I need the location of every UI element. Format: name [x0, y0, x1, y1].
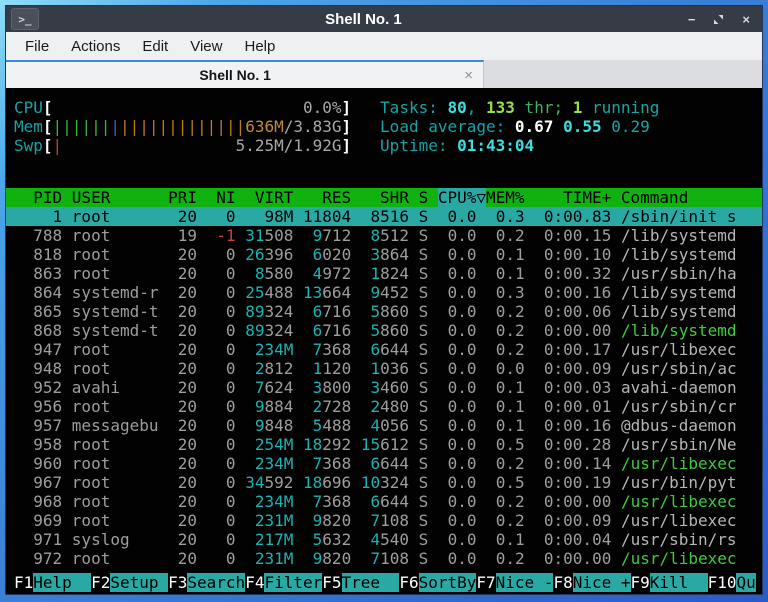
maximize-icon	[714, 14, 724, 24]
fkey-f6[interactable]: F6	[399, 573, 418, 592]
process-row-pid-818[interactable]: 818 root 20 0 26396 6020 3864 S 0.0 0.1 …	[6, 245, 762, 264]
fkey-f1[interactable]: F1	[14, 573, 33, 592]
terminal-screen[interactable]: CPU[ 0.0%] Mem[||||||||||||||||||||636M/…	[6, 88, 762, 594]
fkey-f7[interactable]: F7	[476, 573, 495, 592]
process-row-pid-958[interactable]: 958 root 20 0 254M 18292 15612 S 0.0 0.5…	[6, 435, 762, 454]
fkey-f5[interactable]: F5	[322, 573, 341, 592]
load-average-line: Load average: 0.67 0.55 0.29	[380, 117, 650, 136]
tab-shell-no-1[interactable]: Shell No. 1 ×	[6, 60, 484, 88]
process-row-pid-960[interactable]: 960 root 20 0 234M 7368 6644 S 0.0 0.2 0…	[6, 454, 762, 473]
tab-bar: Shell No. 1 ×	[6, 60, 762, 88]
fkey-f8[interactable]: F8	[553, 573, 572, 592]
fkey-label-f8-nice-[interactable]: Nice +	[572, 573, 631, 592]
process-table: 1 root 20 0 98M 11804 8516 S 0.0 0.3 0:0…	[6, 207, 762, 568]
menu-bar: File Actions Edit View Help	[6, 32, 762, 60]
process-row-pid-972[interactable]: 972 root 20 0 231M 9820 7108 S 0.0 0.2 0…	[6, 549, 762, 568]
menu-actions[interactable]: Actions	[60, 38, 131, 55]
htop-summary: Tasks: 80, 133 thr; 1 running Load avera…	[380, 98, 659, 155]
function-key-bar: F1Help F2Setup F3SearchF4FilterF5Tree F6…	[6, 573, 762, 592]
terminal-app-icon: >_	[11, 8, 39, 30]
process-row-pid-968[interactable]: 968 root 20 0 234M 7368 6644 S 0.0 0.2 0…	[6, 492, 762, 511]
menu-edit[interactable]: Edit	[131, 38, 179, 55]
close-button[interactable]: ×	[742, 13, 750, 26]
process-row-pid-971[interactable]: 971 syslog 20 0 217M 5632 4540 S 0.0 0.1…	[6, 530, 762, 549]
process-row-pid-863[interactable]: 863 root 20 0 8580 4972 1824 S 0.0 0.1 0…	[6, 264, 762, 283]
tab-close-icon[interactable]: ×	[464, 67, 473, 84]
uptime-line: Uptime: 01:43:04	[380, 136, 535, 155]
sort-column-cpu[interactable]: CPU%▽	[437, 188, 487, 207]
menu-view[interactable]: View	[179, 38, 233, 55]
fkey-label-f1-help[interactable]: Help	[33, 573, 92, 592]
process-row-pid-868[interactable]: 868 systemd-t 20 0 89324 6716 5860 S 0.0…	[6, 321, 762, 340]
menu-help[interactable]: Help	[233, 38, 286, 55]
process-row-pid-957[interactable]: 957 messagebu 20 0 9848 5488 4056 S 0.0 …	[6, 416, 762, 435]
menu-file[interactable]: File	[14, 38, 60, 55]
fkey-f4[interactable]: F4	[245, 573, 264, 592]
fkey-label-f9-kill[interactable]: Kill	[649, 573, 708, 592]
fkey-label-f4-filter[interactable]: Filter	[264, 573, 323, 592]
terminal-window: >_ Shell No. 1 − × File Actions Edit Vie…	[6, 6, 762, 594]
process-row-pid-948[interactable]: 948 root 20 0 2812 1120 1036 S 0.0 0.0 0…	[6, 359, 762, 378]
tasks-line: Tasks: 80, 133 thr; 1 running	[380, 98, 660, 117]
process-row-pid-864[interactable]: 864 systemd-r 20 0 25488 13664 9452 S 0.…	[6, 283, 762, 302]
process-row-pid-865[interactable]: 865 systemd-t 20 0 89324 6716 5860 S 0.0…	[6, 302, 762, 321]
process-row-pid-969[interactable]: 969 root 20 0 231M 9820 7108 S 0.0 0.2 0…	[6, 511, 762, 530]
fkey-label-f6-sortby[interactable]: SortBy	[418, 573, 477, 592]
window-controls: − ×	[688, 13, 750, 26]
fkey-label-f5-tree[interactable]: Tree	[341, 573, 400, 592]
fkey-label-f10-qu[interactable]: Qu	[736, 573, 756, 592]
process-row-pid-956[interactable]: 956 root 20 0 9884 2728 2480 S 0.0 0.1 0…	[6, 397, 762, 416]
maximize-button[interactable]	[713, 14, 724, 25]
title-bar[interactable]: >_ Shell No. 1 − ×	[6, 6, 762, 32]
fkey-f2[interactable]: F2	[91, 573, 110, 592]
fkey-f3[interactable]: F3	[168, 573, 187, 592]
process-row-pid-967[interactable]: 967 root 20 0 34592 18696 10324 S 0.0 0.…	[6, 473, 762, 492]
fkey-f10[interactable]: F10	[708, 573, 737, 592]
fkey-label-f2-setup[interactable]: Setup	[110, 573, 169, 592]
process-row-pid-1[interactable]: 1 root 20 0 98M 11804 8516 S 0.0 0.3 0:0…	[6, 207, 762, 226]
process-row-pid-788[interactable]: 788 root 19 -1 31508 9712 8512 S 0.0 0.2…	[6, 226, 762, 245]
process-table-header[interactable]: PID USER PRI NI VIRT RES SHR S CPU%▽MEM%…	[6, 188, 762, 207]
window-title: Shell No. 1	[325, 10, 402, 28]
minimize-button[interactable]: −	[688, 13, 696, 26]
process-row-pid-947[interactable]: 947 root 20 0 234M 7368 6644 S 0.0 0.2 0…	[6, 340, 762, 359]
process-row-pid-952[interactable]: 952 avahi 20 0 7624 3800 3460 S 0.0 0.1 …	[6, 378, 762, 397]
tab-title: Shell No. 1	[199, 67, 271, 83]
fkey-label-f3-search[interactable]: Search	[187, 573, 246, 592]
fkey-f9[interactable]: F9	[631, 573, 650, 592]
fkey-label-f7-nice-[interactable]: Nice -	[495, 573, 554, 592]
